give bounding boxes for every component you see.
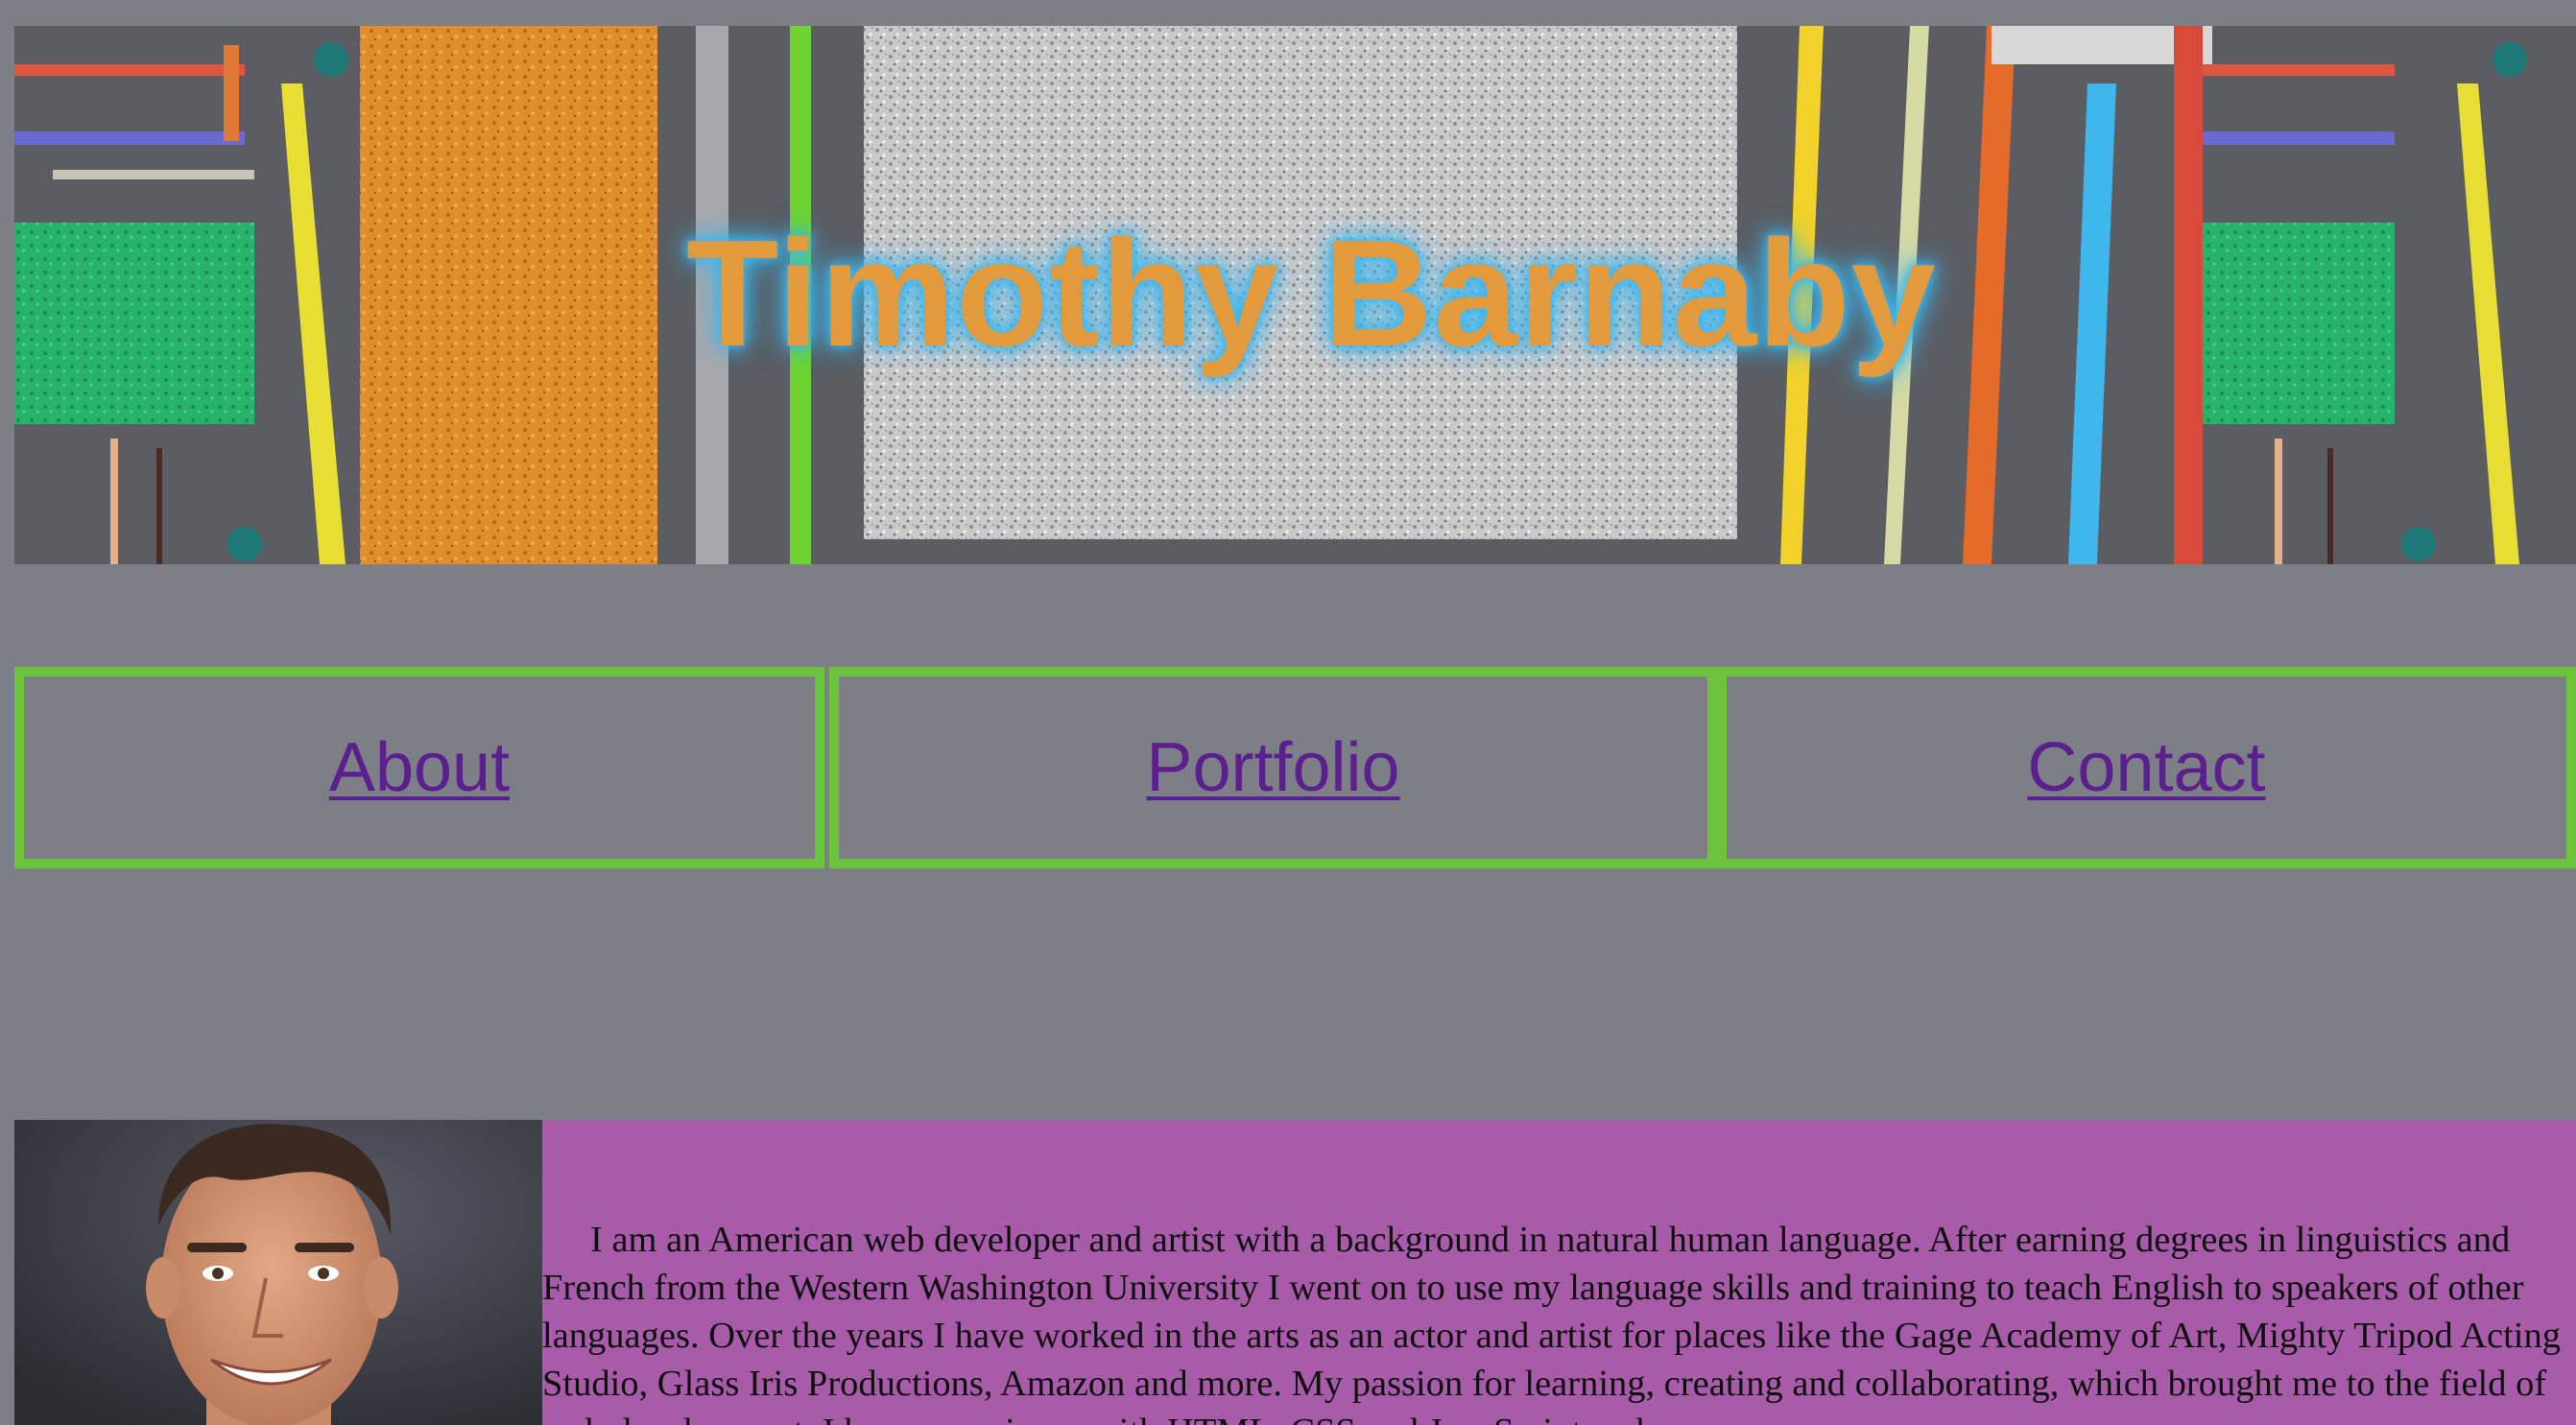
nav-item-portfolio[interactable]: Portfolio — [829, 667, 1717, 868]
headshot-image — [14, 1120, 542, 1425]
nav-link-portfolio[interactable]: Portfolio — [1146, 728, 1399, 807]
main-nav: About Portfolio Contact — [14, 667, 2576, 868]
nav-link-contact[interactable]: Contact — [2027, 728, 2265, 807]
about-section: I am an American web developer and artis… — [14, 1120, 2576, 1425]
bio-paragraph: I am an American web developer and artis… — [542, 1220, 2562, 1425]
portrait-photo — [14, 1120, 542, 1425]
site-title: Timothy Barnaby — [686, 209, 1937, 378]
nav-link-about[interactable]: About — [329, 728, 510, 807]
about-text-panel: I am an American web developer and artis… — [542, 1120, 2576, 1425]
nav-item-about[interactable]: About — [14, 667, 824, 868]
nav-item-contact[interactable]: Contact — [1717, 667, 2576, 868]
header-banner: Timothy Barnaby — [14, 26, 2576, 564]
